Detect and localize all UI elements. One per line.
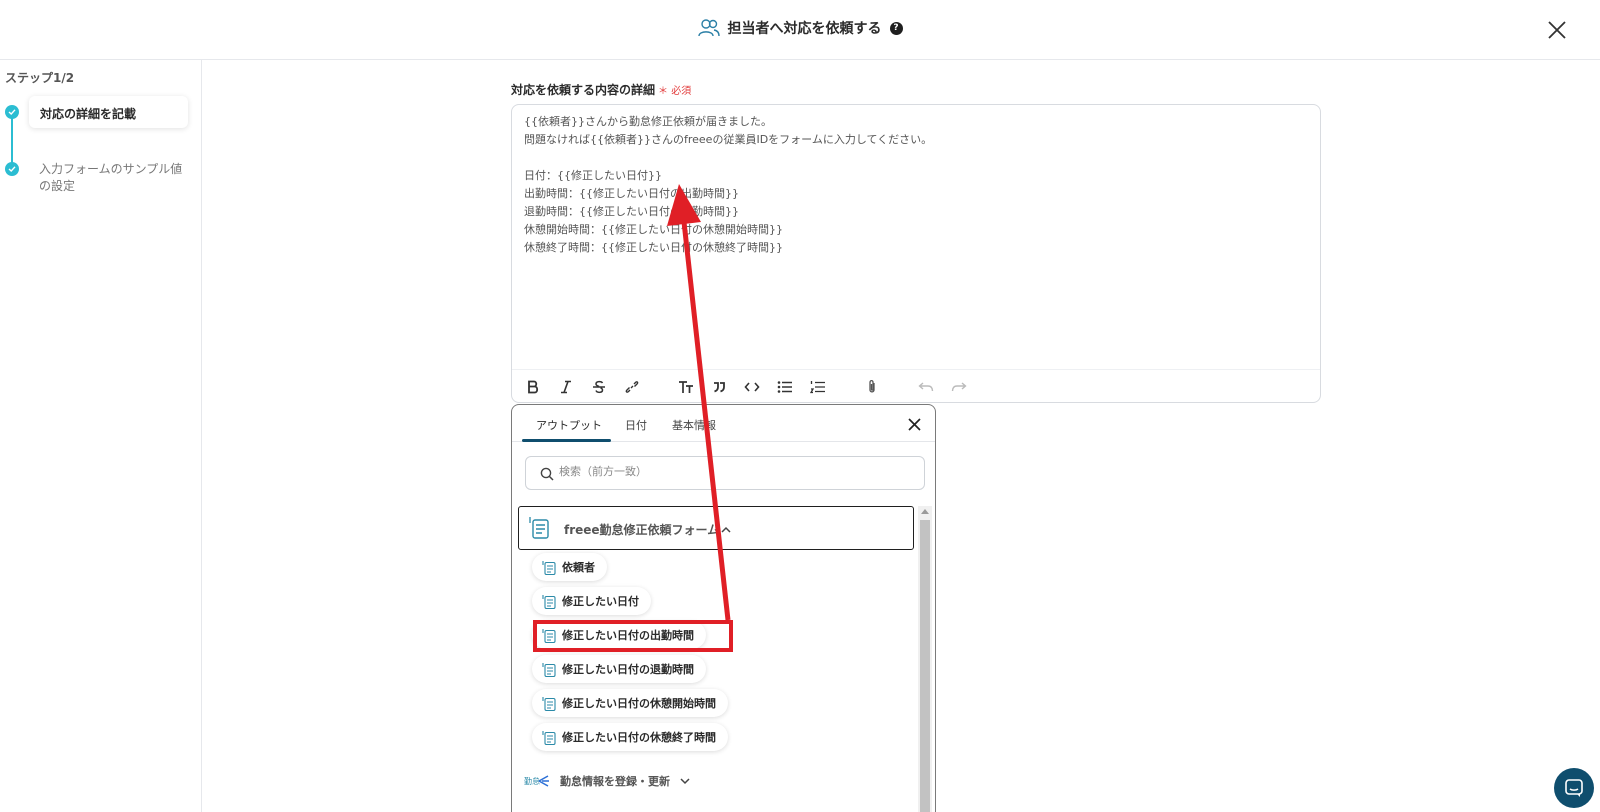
numbered-list-icon[interactable]: [809, 378, 827, 396]
chat-icon: [1565, 779, 1583, 797]
search-box[interactable]: [525, 456, 925, 490]
link-icon[interactable]: [623, 378, 641, 396]
rich-text-editor[interactable]: {{依頼者}}さんから勤怠修正依頼が届きました。 問題なければ{{依頼者}}さん…: [511, 104, 1321, 403]
popup-tabs: アウトプット 日付 基本情報: [512, 405, 935, 442]
form-field-icon: [542, 696, 556, 711]
code-icon[interactable]: [743, 378, 761, 396]
sidebar-step-2[interactable]: 入力フォームのサンプル値の設定: [39, 161, 189, 195]
highlight-box: [533, 620, 733, 652]
attachment-icon[interactable]: [863, 378, 881, 396]
sidebar-step-1[interactable]: 対応の詳細を記載: [29, 96, 188, 128]
variable-chip-label: 修正したい日付の休憩終了時間: [562, 731, 716, 744]
scrollbar[interactable]: [918, 506, 932, 812]
active-tab-indicator: [522, 439, 611, 442]
step-sidebar: ステップ1/2 対応の詳細を記載 入力フォームのサンプル値の設定: [0, 60, 202, 812]
variable-chip[interactable]: 修正したい日付: [532, 587, 651, 615]
variable-chip[interactable]: 修正したい日付の休憩終了時間: [532, 723, 728, 751]
form-field-icon: [542, 560, 556, 575]
variable-chip[interactable]: 修正したい日付の休憩開始時間: [532, 689, 728, 717]
header-title-group: 担当者へ対応を依頼する ?: [0, 18, 1600, 38]
output-group-header[interactable]: freee勤怠修正依頼フォーム: [518, 506, 914, 550]
step-1-check-icon: [5, 105, 19, 119]
form-field-icon: [542, 730, 556, 745]
modal-title: 担当者へ対応を依頼する: [727, 21, 882, 37]
search-icon: [540, 467, 554, 481]
form-icon: [529, 517, 549, 539]
required-text: 必須: [671, 86, 692, 97]
variable-picker-popup: アウトプット 日付 基本情報 freee勤怠修正依頼フォーム 依頼者 修正したい…: [511, 404, 936, 812]
chevron-down-icon: [680, 777, 690, 784]
quote-icon[interactable]: [710, 378, 728, 396]
variable-chip-label: 依頼者: [562, 561, 595, 574]
field-label: 対応を依頼する内容の詳細＊ 必須: [511, 81, 691, 98]
field-label-text: 対応を依頼する内容の詳細: [511, 83, 656, 97]
tab-date[interactable]: 日付: [625, 417, 647, 433]
scrollbar-thumb[interactable]: [920, 520, 930, 812]
svg-text:勤怠: 勤怠: [524, 776, 540, 786]
attendance-group-header[interactable]: 勤怠 勤怠情報を登録・更新: [524, 773, 690, 789]
undo-icon[interactable]: [917, 378, 935, 396]
variable-chip-label: 修正したい日付の退勤時間: [562, 663, 694, 676]
step-counter: ステップ1/2: [5, 71, 75, 85]
required-badge: ＊ 必須: [658, 86, 692, 97]
bold-icon[interactable]: [524, 378, 542, 396]
italic-icon[interactable]: [557, 378, 575, 396]
bullet-list-icon[interactable]: [776, 378, 794, 396]
form-field-icon: [542, 594, 556, 609]
tab-output[interactable]: アウトプット: [536, 417, 602, 433]
attendance-group-title: 勤怠情報を登録・更新: [560, 775, 670, 788]
variable-chip[interactable]: 依頼者: [532, 553, 607, 581]
editor-content[interactable]: {{依頼者}}さんから勤怠修正依頼が届きました。 問題なければ{{依頼者}}さん…: [524, 113, 932, 257]
variable-chip-label: 修正したい日付: [562, 595, 639, 608]
modal-header: 担当者へ対応を依頼する ?: [0, 0, 1600, 60]
search-input[interactable]: [559, 465, 909, 478]
close-icon[interactable]: [1546, 19, 1568, 41]
chevron-up-icon: [721, 526, 731, 533]
output-group-title: freee勤怠修正依頼フォーム: [564, 523, 720, 537]
step-2-check-icon: [5, 162, 19, 176]
scroll-up-icon[interactable]: [921, 509, 929, 514]
strikethrough-icon[interactable]: [590, 378, 608, 396]
variable-chip-label: 修正したい日付の休憩開始時間: [562, 697, 716, 710]
chat-support-button[interactable]: [1554, 768, 1594, 808]
freee-app-icon: 勤怠: [524, 775, 549, 787]
form-field-icon: [542, 662, 556, 677]
users-icon: [697, 19, 720, 37]
popup-close-icon[interactable]: [907, 417, 922, 432]
editor-toolbar: [512, 369, 1320, 403]
redo-icon[interactable]: [950, 378, 968, 396]
text-size-icon[interactable]: [677, 378, 695, 396]
variable-chip[interactable]: 修正したい日付の退勤時間: [532, 655, 706, 683]
help-icon[interactable]: ?: [889, 21, 903, 35]
tab-basic-info[interactable]: 基本情報: [672, 417, 716, 433]
